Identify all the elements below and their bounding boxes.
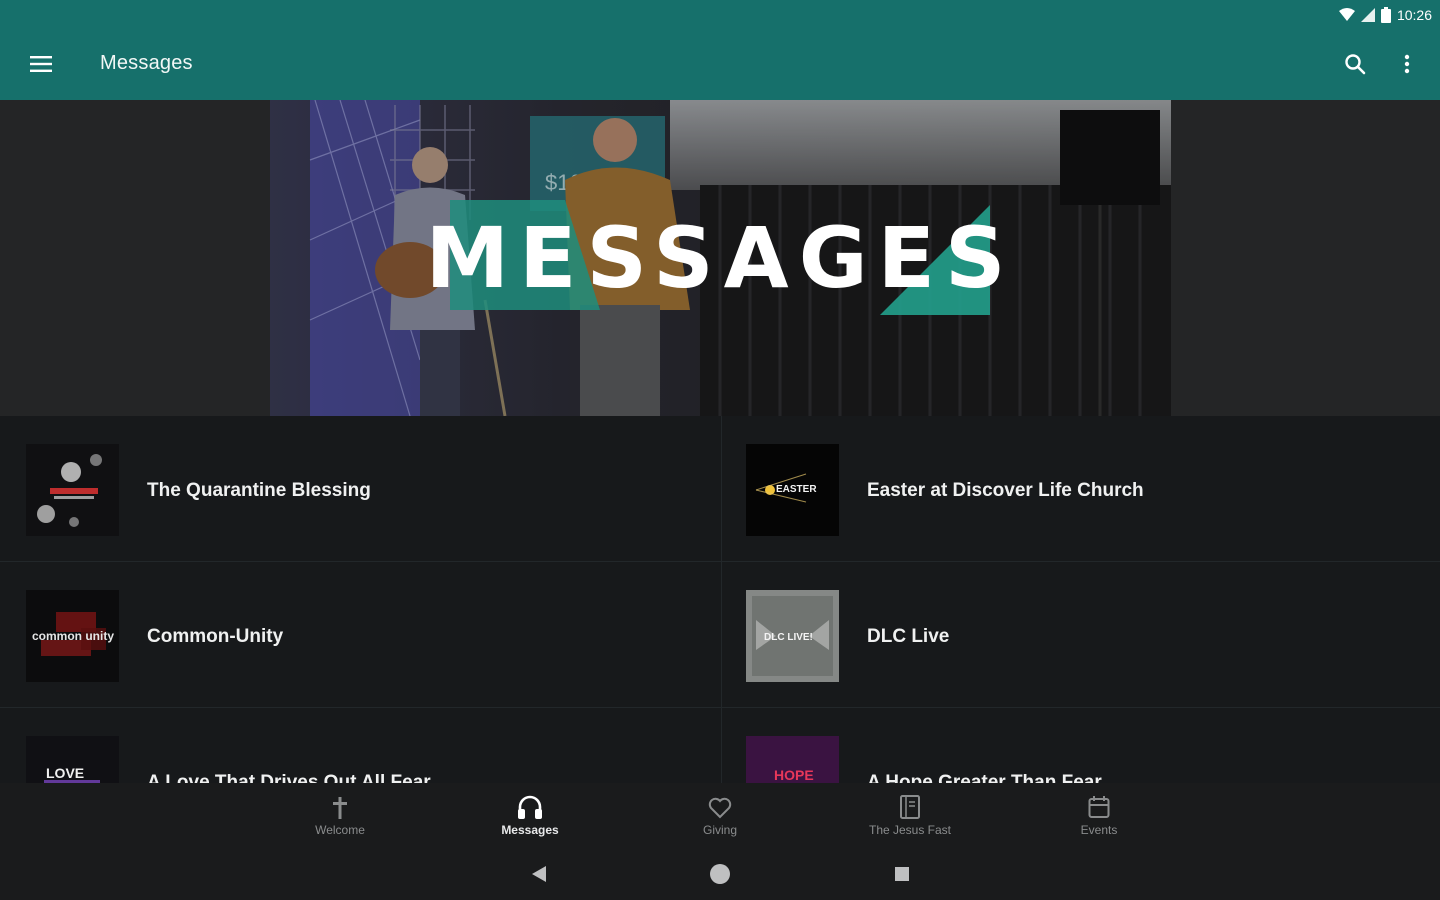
series-title: Common-Unity xyxy=(147,626,284,647)
tab-label: Giving xyxy=(702,823,737,837)
home-circle-icon xyxy=(710,864,730,884)
series-thumbnail: common unity xyxy=(26,590,119,682)
status-time: 10:26 xyxy=(1396,7,1432,23)
system-back-button[interactable] xyxy=(527,862,551,886)
tab-messages[interactable]: Messages xyxy=(465,789,595,843)
more-vertical-icon xyxy=(1404,54,1410,74)
tab-welcome[interactable]: Welcome xyxy=(275,789,405,843)
status-bar: 10:26 xyxy=(1338,4,1432,26)
series-title: A Love That Drives Out All Fear xyxy=(147,772,431,783)
quarantine-blessing-artwork xyxy=(26,444,119,536)
back-triangle-icon xyxy=(532,866,546,882)
series-card-a-love-that-drives-out-all-fear[interactable]: LOVE A Love That Drives Out All Fear xyxy=(0,708,720,783)
wifi-icon xyxy=(1338,8,1355,21)
series-title: Easter at Discover Life Church xyxy=(867,480,1144,501)
dlc-live-artwork: DLC LIVE! xyxy=(746,590,839,682)
svg-text:HOPE: HOPE xyxy=(774,767,814,783)
tab-label: Events xyxy=(1080,823,1118,837)
series-thumbnail xyxy=(26,444,119,536)
calendar-icon xyxy=(1088,796,1110,818)
common-unity-artwork: common unity xyxy=(26,590,119,682)
recents-square-icon xyxy=(895,867,909,881)
series-card-the-quarantine-blessing[interactable]: The Quarantine Blessing xyxy=(0,416,720,561)
tab-giving[interactable]: Giving xyxy=(655,789,785,843)
series-card-common-unity[interactable]: common unity Common-Unity xyxy=(0,562,720,707)
cross-icon xyxy=(333,797,347,819)
tab-the-jesus-fast[interactable]: The Jesus Fast xyxy=(845,789,975,843)
tab-label: The Jesus Fast xyxy=(868,823,952,837)
series-thumbnail: HOPE xyxy=(746,736,839,783)
hero-banner[interactable]: $16 MESSAGES xyxy=(270,100,1171,416)
svg-text:EASTER: EASTER xyxy=(776,484,817,495)
headphones-icon xyxy=(518,795,542,819)
app-screen: 10:26 Messages $16 MESSAGES The Quaranti… xyxy=(0,0,1440,900)
app-bar: 10:26 Messages xyxy=(0,0,1440,100)
series-title: DLC Live xyxy=(867,626,950,647)
system-home-button[interactable] xyxy=(708,862,732,886)
tab-events[interactable]: Events xyxy=(1034,789,1164,843)
battery-icon xyxy=(1380,7,1391,23)
hero-title: MESSAGES xyxy=(425,209,1016,307)
menu-button[interactable] xyxy=(26,50,56,78)
series-thumbnail: DLC LIVE! xyxy=(746,590,839,682)
series-grid: The Quarantine Blessing EASTER Easter at… xyxy=(0,416,1440,783)
series-thumbnail: EASTER xyxy=(746,444,839,536)
system-recents-button[interactable] xyxy=(890,862,914,886)
search-icon xyxy=(1345,54,1366,75)
series-title: The Quarantine Blessing xyxy=(147,480,371,501)
series-title: A Hope Greater Than Fear xyxy=(867,772,1102,783)
tab-label: Welcome xyxy=(315,823,365,837)
hope-artwork: HOPE xyxy=(746,736,839,783)
love-artwork: LOVE xyxy=(26,736,119,783)
easter-artwork: EASTER xyxy=(746,444,839,536)
tab-label: Messages xyxy=(501,823,559,837)
overflow-menu-button[interactable] xyxy=(1396,50,1418,78)
svg-text:LOVE: LOVE xyxy=(46,765,84,781)
search-button[interactable] xyxy=(1340,50,1370,78)
svg-text:DLC LIVE!: DLC LIVE! xyxy=(764,632,813,643)
signal-icon xyxy=(1360,8,1375,22)
page-title: Messages xyxy=(100,52,193,74)
series-card-easter-at-discover-life-church[interactable]: EASTER Easter at Discover Life Church xyxy=(720,416,1440,561)
series-card-a-hope-greater-than-fear[interactable]: HOPE A Hope Greater Than Fear xyxy=(720,708,1440,783)
book-icon xyxy=(900,795,920,819)
svg-text:common unity: common unity xyxy=(32,629,114,643)
series-thumbnail: LOVE xyxy=(26,736,119,783)
heart-icon xyxy=(708,797,732,819)
series-card-dlc-live[interactable]: DLC LIVE! DLC Live xyxy=(720,562,1440,707)
hamburger-menu-icon xyxy=(30,56,52,72)
